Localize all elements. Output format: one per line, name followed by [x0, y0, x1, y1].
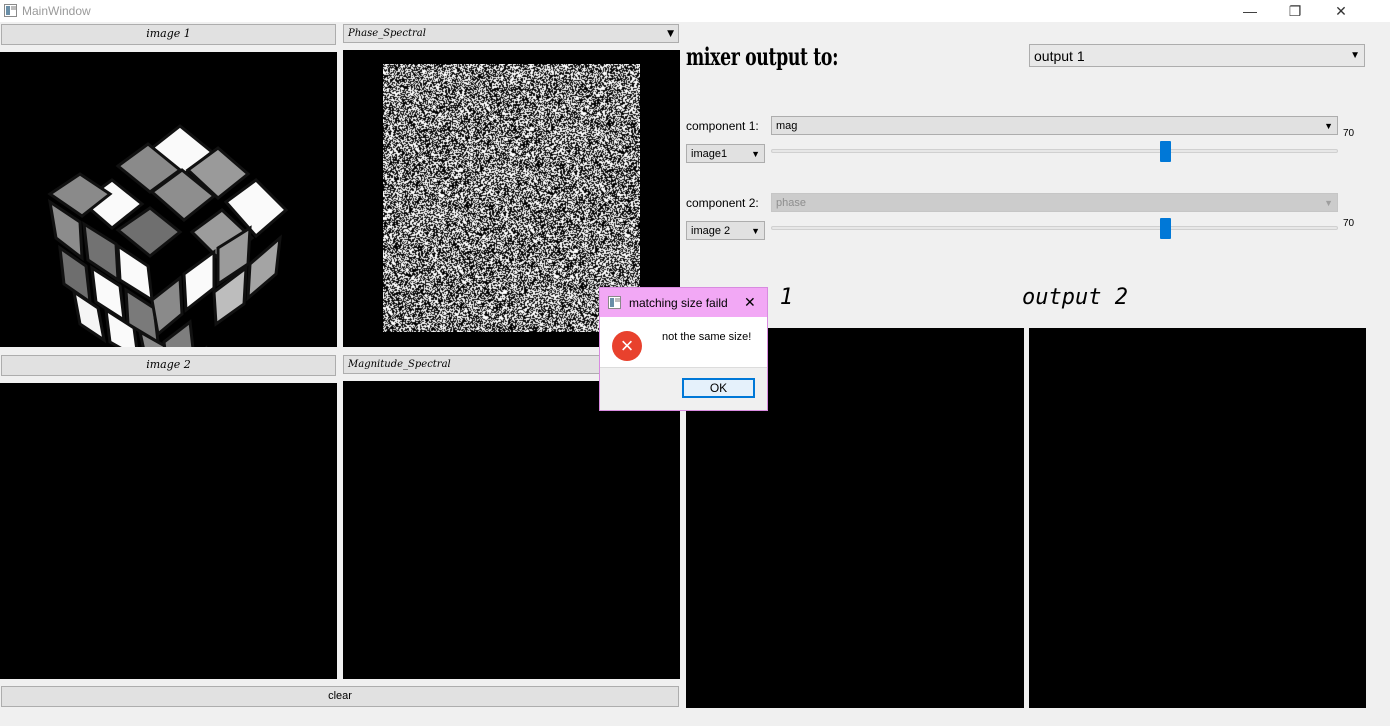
dialog-app-icon: [608, 296, 621, 309]
image1-view: [0, 52, 337, 401]
dialog-footer: OK: [600, 367, 767, 410]
app-icon: [4, 4, 17, 17]
component2-value: phase: [776, 197, 806, 209]
chevron-down-icon: ▼: [667, 29, 674, 39]
chevron-down-icon: ▼: [1324, 121, 1333, 131]
chevron-down-icon: ▼: [751, 226, 760, 236]
image2-component-value: Magnitude_Spectral: [348, 359, 451, 370]
error-dialog: matching size faild ✕ × not the same siz…: [599, 287, 768, 411]
component1-value: mag: [776, 120, 798, 132]
image1-component-combo[interactable]: Phase_Spectral ▼: [343, 24, 679, 43]
component2-label: component 2:: [686, 196, 759, 210]
component1-slider-groove[interactable]: [771, 149, 1338, 153]
restore-button[interactable]: ❐: [1272, 0, 1318, 22]
mixer-title: mixer output to:: [686, 42, 839, 71]
component1-value-label: 70: [1343, 128, 1355, 139]
chevron-down-icon: ▼: [1350, 50, 1360, 61]
window-titlebar: MainWindow — ❐ ✕: [0, 0, 1390, 22]
window-title: MainWindow: [22, 4, 91, 18]
image1-component-value: Phase_Spectral: [348, 28, 426, 39]
component2-value-label: 70: [1343, 218, 1355, 229]
component2-combo[interactable]: phase ▼: [771, 193, 1338, 212]
dialog-titlebar: matching size faild ✕: [600, 288, 767, 317]
dialog-body: × not the same size!: [600, 317, 767, 366]
dialog-message: not the same size!: [662, 331, 752, 343]
mixer-output-value: output 1: [1034, 48, 1085, 64]
dialog-title: matching size faild: [629, 296, 728, 310]
output2-view: [1029, 328, 1366, 708]
output2-label: output 2: [1022, 285, 1128, 310]
error-icon: ×: [612, 331, 642, 361]
chevron-down-icon: ▼: [751, 149, 760, 159]
close-button[interactable]: ✕: [1318, 0, 1364, 22]
dialog-close-button[interactable]: ✕: [744, 294, 756, 311]
image1-button[interactable]: image 1: [1, 24, 336, 45]
chevron-down-icon: ▼: [1324, 198, 1333, 208]
mixer-output-combo[interactable]: output 1 ▼: [1029, 44, 1365, 67]
rubiks-cube-image: [47, 124, 289, 401]
component1-combo[interactable]: mag ▼: [771, 116, 1338, 135]
component2-slider-groove[interactable]: [771, 226, 1338, 230]
image2-button[interactable]: image 2: [1, 355, 336, 376]
component1-source-combo[interactable]: image1 ▼: [686, 144, 765, 163]
component2-source-combo[interactable]: image 2 ▼: [686, 221, 765, 240]
clear-button[interactable]: clear: [1, 686, 679, 707]
component1-label: component 1:: [686, 119, 759, 133]
image2-component-view: [343, 381, 680, 679]
component2-slider-handle[interactable]: [1160, 218, 1171, 239]
ok-button[interactable]: OK: [682, 378, 755, 398]
component2-source-value: image 2: [691, 225, 731, 237]
minimize-button[interactable]: —: [1227, 0, 1273, 22]
image2-view: [0, 383, 337, 679]
component1-source-value: image1: [691, 148, 728, 160]
component1-slider-handle[interactable]: [1160, 141, 1171, 162]
